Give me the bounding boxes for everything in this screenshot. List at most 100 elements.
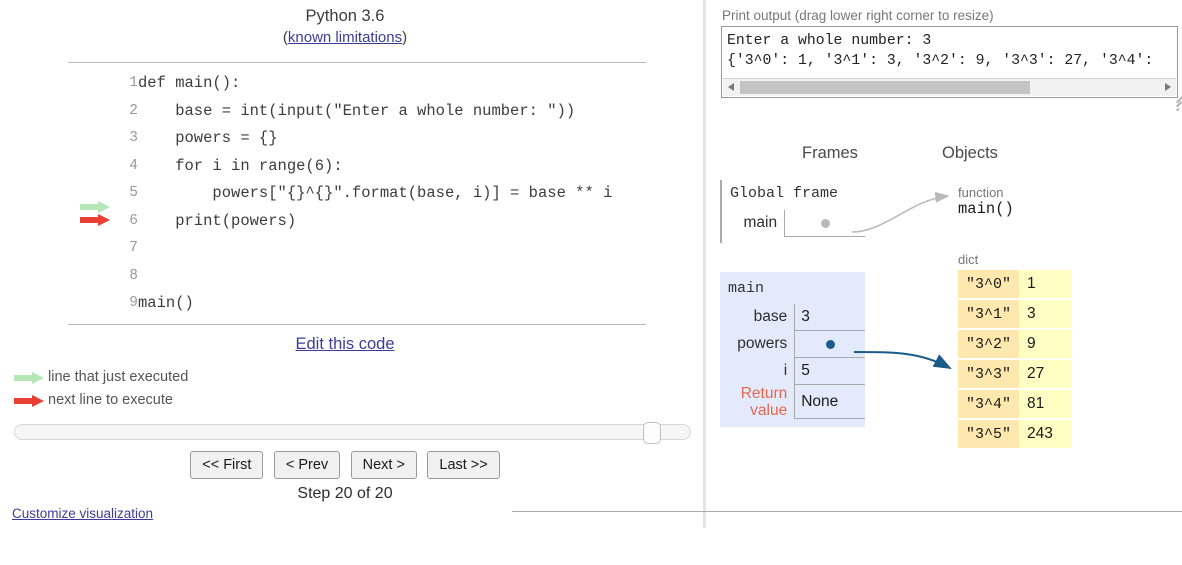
code-line-number: 4	[129, 157, 138, 174]
prev-button[interactable]: < Prev	[273, 451, 341, 479]
code-arrow-cell	[68, 263, 116, 291]
code-row: 4 for i in range(6):	[68, 153, 612, 181]
known-limitations-link[interactable]: known limitations	[288, 29, 402, 46]
arrow-legend: line that just executed next line to exe…	[14, 366, 188, 412]
return-value-row: Return value None	[728, 384, 865, 419]
scroll-left-icon[interactable]	[728, 83, 734, 91]
code-row: 9 main()	[68, 290, 612, 318]
variable-value-pointer	[794, 330, 865, 358]
visualizer-left-pane: Python 3.6 (known limitations) 1 def mai…	[0, 0, 703, 565]
dict-entry-row: "3^4" 81	[958, 390, 1072, 418]
dict-key: "3^2"	[958, 330, 1020, 358]
dict-type-label: dict	[958, 252, 979, 267]
legend-just-executed-arrow-icon	[14, 372, 48, 384]
pointer-dot-icon	[821, 219, 831, 228]
language-header: Python 3.6 (known limitations)	[0, 6, 690, 48]
code-table: 1 def main(): 2 base = int(input("Enter …	[68, 70, 612, 318]
dict-key: "3^3"	[958, 360, 1020, 388]
return-label-line1: Return	[740, 384, 788, 402]
return-value-label: Return value	[728, 385, 795, 419]
code-row: 5 powers["{}^{}".format(base, i)] = base…	[68, 180, 612, 208]
print-output-text: Enter a whole number: 3 {'3^0': 1, '3^1'…	[727, 33, 1154, 69]
next-line-arrow-icon	[80, 213, 114, 226]
variable-name: powers	[737, 335, 788, 352]
dict-value: 27	[1019, 360, 1072, 388]
variable-value: 3	[794, 304, 865, 331]
code-line-text[interactable]: powers["{}^{}".format(base, i)] = base *…	[138, 180, 612, 208]
last-button[interactable]: Last >>	[427, 451, 500, 479]
code-line-number: 6	[129, 212, 138, 229]
dict-value: 243	[1019, 420, 1072, 448]
code-arrow-cell	[68, 235, 116, 263]
variable-row: i 5	[728, 357, 865, 385]
code-arrow-cell	[68, 125, 116, 153]
global-frame: Global frame main	[720, 180, 865, 243]
dict-key: "3^4"	[958, 390, 1020, 418]
dict-value: 3	[1019, 300, 1072, 328]
customize-visualization-link[interactable]: Customize visualization	[12, 506, 153, 521]
next-button[interactable]: Next >	[350, 451, 417, 479]
code-line-text[interactable]: base = int(input("Enter a whole number: …	[138, 98, 612, 126]
resize-handle-icon[interactable]	[1165, 94, 1182, 113]
code-line-text[interactable]: powers = {}	[138, 125, 612, 153]
code-line-text[interactable]: main()	[138, 290, 612, 318]
main-frame-title: main	[728, 280, 765, 297]
print-output-hscrollbar[interactable]	[723, 78, 1176, 96]
variable-name: base	[753, 308, 788, 326]
code-arrow-cell	[68, 70, 116, 98]
frames-column-header: Frames	[802, 144, 858, 162]
legend-next-line-arrow-icon	[14, 395, 48, 407]
known-limitations-line: (known limitations)	[0, 27, 690, 48]
dict-entry-row: "3^5" 243	[958, 420, 1072, 448]
edit-this-code-link[interactable]: Edit this code	[295, 335, 394, 353]
code-row: 3 powers = {}	[68, 125, 612, 153]
main-frame-variables: base 3 powers i 5 Return value None	[728, 304, 865, 419]
code-row: 7	[68, 235, 612, 263]
print-output-box[interactable]: Enter a whole number: 3 {'3^0': 1, '3^1'…	[721, 26, 1178, 98]
return-label-line2: value	[750, 401, 788, 419]
variable-row: base 3	[728, 304, 865, 331]
step-slider[interactable]	[14, 422, 691, 444]
variable-row: powers	[728, 330, 865, 358]
return-value: None	[794, 384, 865, 419]
paren-close: )	[402, 29, 408, 46]
pointer-dot-icon	[826, 340, 836, 349]
code-line-number: 5	[129, 185, 138, 201]
variable-value: 5	[794, 357, 865, 385]
function-type-label: function	[958, 185, 1004, 200]
dict-object-table: "3^0" 1 "3^1" 3 "3^2" 9 "3^3" 27 "3^4" 8…	[958, 268, 1072, 450]
code-line-number: 7	[129, 240, 138, 256]
step-slider-handle[interactable]	[643, 422, 661, 444]
dict-entry-row: "3^3" 27	[958, 360, 1072, 388]
print-output-label: Print output (drag lower right corner to…	[722, 8, 994, 23]
code-line-text[interactable]: for i in range(6):	[138, 153, 612, 181]
dict-key: "3^1"	[958, 300, 1020, 328]
global-frame-title: Global frame	[730, 185, 839, 202]
scroll-right-icon[interactable]	[1165, 83, 1171, 91]
code-row: 8	[68, 263, 612, 291]
code-line-number: 8	[129, 267, 138, 284]
code-line-number: 9	[129, 295, 138, 311]
hscrollbar-thumb[interactable]	[740, 81, 1030, 94]
code-line-text[interactable]	[138, 263, 612, 291]
legend-row-next-line: next line to execute	[14, 389, 188, 412]
code-line-text[interactable]: def main():	[138, 70, 612, 98]
main-stack-frame: main base 3 powers i 5 Return value None	[720, 272, 865, 427]
dict-key: "3^0"	[958, 270, 1020, 298]
first-button[interactable]: << First	[190, 451, 264, 479]
code-arrow-cell	[68, 153, 116, 181]
variable-row: main	[730, 210, 865, 237]
powers-to-dict-arrow	[853, 351, 952, 369]
dict-entry-row: "3^1" 3	[958, 300, 1072, 328]
visualizer-right-pane: Print output (drag lower right corner to…	[710, 0, 1182, 565]
pane-divider	[703, 0, 706, 528]
navigation-buttons: << First < Prev Next > Last >>	[0, 451, 690, 479]
global-main-to-function-arrow	[851, 191, 950, 233]
global-frame-variables: main	[730, 210, 865, 237]
code-line-text[interactable]	[138, 235, 612, 263]
variable-name: main	[743, 214, 778, 232]
variable-name: i	[783, 362, 788, 379]
code-arrow-cell	[68, 98, 116, 126]
dict-value: 9	[1019, 330, 1072, 358]
code-line-text[interactable]: print(powers)	[138, 208, 612, 236]
